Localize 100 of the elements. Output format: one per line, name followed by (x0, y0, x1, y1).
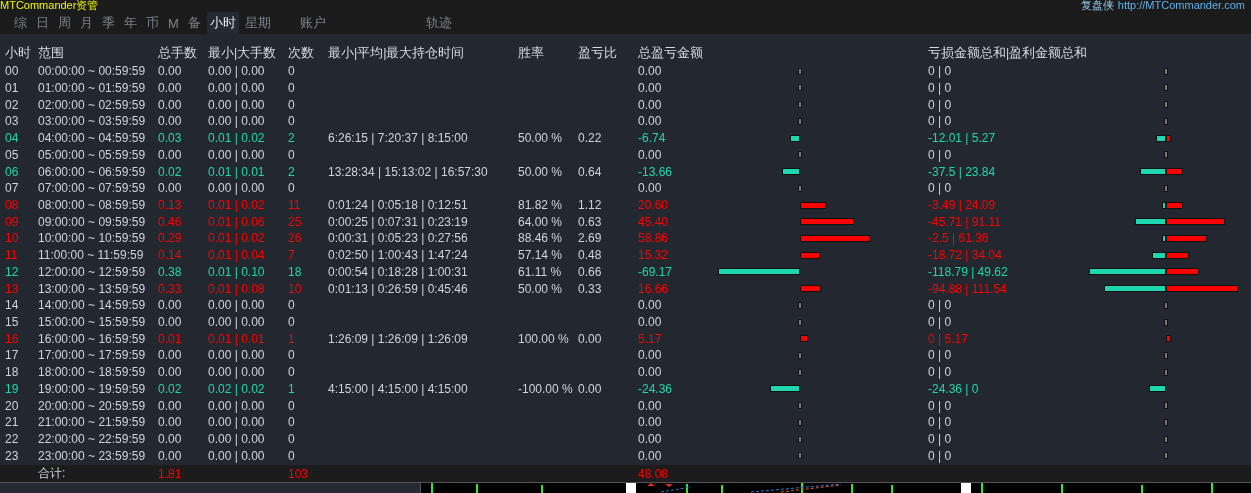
range-cell-text: 02:00:00 ~ 02:59:59 (38, 97, 147, 112)
hour-cell-text: 10 (5, 231, 20, 246)
hour-cell-text: 16 (5, 331, 20, 346)
hold-time-cell-text: 0:00:54 | 0:18:28 | 1:00:31 (328, 264, 469, 279)
pnl-cell-text: -69.17 (638, 264, 674, 279)
zero-tick (798, 368, 803, 376)
lot-range-cell-text: 0.02 | 0.02 (208, 381, 266, 396)
hour-cell-text: 00 (5, 64, 20, 79)
lots-cell-text: 0.00 (158, 365, 183, 380)
zero-tick (798, 184, 803, 192)
zero-tick (1163, 452, 1168, 460)
hour-cell-text: 01 (5, 81, 20, 95)
lots-cell-text: 0.00 (158, 97, 183, 112)
win-rate-cell-text: 50.00 % (518, 164, 564, 179)
loss-profit-cell-text: -24.36 | 0 (928, 381, 980, 396)
hour-cell-text: 21 (5, 415, 20, 430)
total-label: 合计: (38, 465, 67, 483)
range-cell-text: 05:00:00 ~ 05:59:59 (38, 147, 147, 162)
loss-profit-cell-text: 0 | 0 (928, 365, 953, 380)
tab[interactable]: 月 (77, 12, 96, 34)
tab[interactable]: 日 (33, 12, 52, 34)
loss-bar (1161, 201, 1166, 209)
lots-cell-text: 0.00 (158, 415, 183, 430)
lots-cell-text: 0.00 (158, 114, 183, 129)
hour-cell-text: 14 (5, 298, 20, 313)
pnl-cell-text: -13.66 (638, 164, 674, 179)
lots-cell-text: 0.02 (158, 164, 183, 179)
tab[interactable]: 年 (121, 12, 140, 34)
total-pnl: 48.08 (638, 466, 670, 481)
range-cell-text: 10:00:00 ~ 10:59:59 (38, 231, 147, 246)
zero-tick (798, 418, 803, 426)
pnl-cell-text: -6.74 (638, 131, 667, 146)
hold-time-cell-text: 1:26:09 | 1:26:09 | 1:26:09 (328, 331, 469, 346)
profit-bar (1166, 201, 1184, 209)
profit-bar (1166, 234, 1207, 242)
column-header: 最小|平均|最大持仓时间 (328, 45, 466, 63)
zero-tick (798, 452, 803, 460)
zero-tick (1163, 117, 1168, 125)
hour-cell-text: 08 (5, 198, 20, 212)
column-header: 胜率 (518, 45, 545, 63)
hold-time-cell-text: 6:26:15 | 7:20:37 | 8:15:00 (328, 131, 469, 146)
lot-range-cell-text: 0.01 | 0.01 (208, 331, 266, 346)
loss-profit-cell-text: -45.71 | 91.11 (928, 214, 1002, 229)
lot-range-cell-text: 0.00 | 0.00 (208, 398, 266, 413)
tab[interactable]: M (165, 13, 182, 33)
range-cell-text: 23:00:00 ~ 23:59:59 (38, 448, 147, 463)
loss-profit-cell-text: 0 | 5.17 (928, 331, 969, 346)
column-header: 小时 (5, 45, 32, 63)
ratio-cell-text: 0.00 (578, 381, 603, 396)
zero-tick (1163, 84, 1168, 92)
lot-range-cell-text: 0.00 | 0.00 (208, 348, 266, 363)
tab[interactable]: 账户 (296, 12, 329, 34)
loss-bar (1135, 218, 1166, 226)
lots-cell-text: 0.00 (158, 81, 183, 95)
count-cell-text: 0 (288, 97, 296, 112)
zero-tick (1163, 318, 1168, 326)
zero-tick (798, 84, 803, 92)
count-cell-text: 0 (288, 147, 296, 162)
range-cell-text: 13:00:00 ~ 13:59:59 (38, 281, 147, 296)
lots-cell-text: 0.33 (158, 281, 183, 296)
zero-tick (1163, 151, 1168, 159)
hold-time-cell-text: 0:00:25 | 0:07:31 | 0:23:19 (328, 214, 469, 229)
ratio-cell-text: 0.48 (578, 248, 603, 263)
pnl-cell-text: -24.36 (638, 381, 674, 396)
win-rate-cell-text: 61.11 % (518, 264, 563, 279)
loss-bar (790, 134, 800, 142)
hold-time-cell-text: 13:28:34 | 15:13:02 | 16:57:30 (328, 164, 489, 179)
range-cell-text: 17:00:00 ~ 17:59:59 (38, 348, 147, 363)
profit-bar (800, 218, 855, 226)
lots-cell-text: 0.00 (158, 64, 183, 79)
pnl-cell-text: 5.17 (638, 331, 663, 346)
pnl-cell-text: 0.00 (638, 348, 663, 363)
loss-profit-cell-text: -118.79 | 49.62 (928, 264, 1009, 279)
tab[interactable]: 小时 (206, 12, 239, 34)
zero-tick (1163, 402, 1168, 410)
hour-cell-text: 12 (5, 264, 20, 279)
lots-cell-text: 0.00 (158, 298, 183, 313)
range-cell-text: 04:00:00 ~ 04:59:59 (38, 131, 147, 146)
website-link[interactable]: http://MTCommander.com (1117, 0, 1245, 12)
column-header: 总手数 (158, 45, 198, 63)
tab[interactable]: 综 (11, 12, 30, 34)
range-cell-text: 16:00:00 ~ 16:59:59 (38, 331, 147, 346)
lots-cell-text: 0.00 (158, 348, 183, 363)
lot-range-cell-text: 0.00 | 0.00 (208, 415, 266, 430)
count-cell-text: 0 (288, 415, 296, 430)
hour-cell-text: 17 (5, 348, 20, 363)
tab[interactable]: 星期 (241, 12, 274, 34)
column-header: 最小|大手数 (208, 45, 278, 63)
tab[interactable]: 周 (55, 12, 74, 34)
tab[interactable]: 币 (143, 12, 162, 34)
lot-range-cell-text: 0.00 | 0.00 (208, 147, 266, 162)
tab[interactable]: 轨迹 (422, 12, 455, 34)
tab[interactable]: 备 (184, 12, 204, 34)
loss-profit-cell-text: 0 | 0 (928, 348, 953, 363)
loss-profit-cell-text: -2.5 | 61.36 (928, 231, 990, 246)
column-header: 范围 (38, 45, 65, 63)
count-cell-text: 25 (288, 214, 303, 229)
lots-cell-text: 0.13 (158, 198, 183, 212)
zero-tick (1163, 435, 1168, 443)
tab[interactable]: 季 (99, 12, 118, 34)
